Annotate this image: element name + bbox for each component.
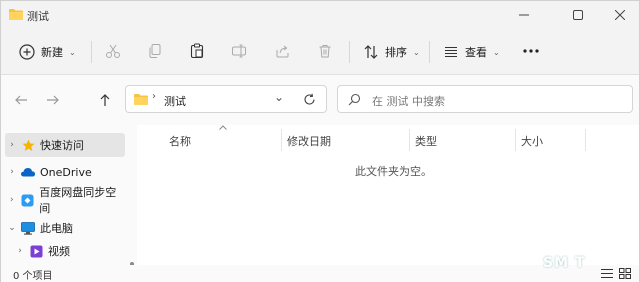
chevron-down-icon: ⌄	[69, 47, 76, 57]
refresh-icon[interactable]	[303, 93, 316, 106]
column-header-modified[interactable]: 修改日期	[281, 131, 409, 151]
cut-button[interactable]	[103, 41, 123, 61]
chevron-down-icon[interactable]: ⌄	[5, 223, 19, 233]
arrow-up-icon	[100, 94, 110, 106]
column-header-type[interactable]: 类型	[409, 131, 515, 151]
list-view-icon	[445, 46, 457, 58]
clipboard-icon	[190, 43, 204, 59]
share-button[interactable]	[273, 41, 293, 61]
copy-icon	[149, 44, 161, 58]
sort-label: 排序	[385, 46, 407, 59]
chevron-right-icon[interactable]: ›	[5, 195, 19, 205]
delete-button[interactable]	[315, 41, 335, 61]
nav-item-label: 视频	[48, 245, 70, 258]
sort-button[interactable]: 排序 ⌄	[363, 39, 420, 65]
computer-icon	[21, 221, 35, 235]
scissors-icon	[106, 44, 120, 58]
chevron-down-icon: ⌄	[413, 47, 420, 57]
nav-item-this-pc[interactable]: ⌄ 此电脑	[5, 216, 125, 240]
maximize-icon	[573, 10, 583, 20]
close-button[interactable]	[597, 1, 640, 29]
empty-folder-message: 此文件夹为空。	[355, 165, 432, 178]
nav-item-label: 此电脑	[40, 222, 73, 235]
trash-icon	[319, 45, 331, 58]
copy-button[interactable]	[145, 41, 165, 61]
details-view-icon[interactable]	[601, 268, 613, 279]
cloud-icon	[21, 165, 35, 179]
column-header-size[interactable]: 大小	[515, 131, 585, 151]
forward-button[interactable]	[43, 90, 63, 110]
column-header-name[interactable]: 名称	[137, 131, 281, 151]
view-label: 查看	[465, 46, 487, 59]
chevron-right-icon[interactable]: ›	[5, 167, 19, 177]
watermark: SM T	[543, 255, 586, 271]
sort-ascending-icon	[219, 125, 227, 130]
toolbar-divider	[91, 41, 92, 63]
new-button[interactable]: 新建 ⌄	[19, 39, 76, 65]
toolbar-divider	[349, 41, 350, 63]
address-bar[interactable]: › 测试 ⌄	[125, 85, 327, 113]
file-list: 名称 修改日期 类型 大小 此文件夹为空。	[137, 125, 639, 265]
address-segment[interactable]: 测试	[164, 93, 186, 109]
up-button[interactable]	[95, 90, 115, 110]
maximize-button[interactable]	[555, 1, 601, 29]
nav-item-onedrive[interactable]: › OneDrive	[5, 160, 125, 184]
nav-item-label: 快速访问	[40, 139, 84, 152]
chevron-down-icon[interactable]: ⌄	[274, 90, 284, 104]
chevron-right-icon[interactable]: ›	[13, 246, 27, 256]
column-divider[interactable]	[585, 129, 586, 151]
window-title: 测试	[27, 10, 49, 23]
item-count: 0 个项目	[13, 271, 53, 282]
nav-item-label: OneDrive	[40, 165, 92, 179]
view-button[interactable]: 查看 ⌄	[443, 39, 500, 65]
rename-button[interactable]	[229, 41, 249, 61]
sort-icon	[364, 45, 378, 59]
nav-item-baidu-netdisk[interactable]: › 百度网盘同步空间	[5, 186, 125, 215]
chevron-right-icon[interactable]: ›	[5, 140, 19, 150]
folder-icon	[9, 9, 23, 20]
nav-item-quick-access[interactable]: › 快速访问	[5, 133, 125, 157]
arrow-right-icon	[47, 95, 59, 105]
search-placeholder: 在 测试 中搜索	[372, 95, 445, 108]
minimize-button[interactable]	[501, 1, 547, 29]
folder-icon	[134, 94, 148, 105]
more-options-button[interactable]	[521, 41, 541, 61]
command-bar: 新建 ⌄ 排序 ⌄ 查看 ⌄	[1, 29, 639, 75]
nav-item-label: 百度网盘同步空间	[39, 186, 117, 215]
chevron-down-icon: ⌄	[493, 47, 500, 57]
plus-circle-icon	[19, 44, 35, 60]
search-icon	[348, 93, 361, 106]
file-explorer-window: 测试 新建 ⌄ 排序 ⌄ 查看 ⌄ › 测试 ⌄ 在 测试 中搜索 › 快速访问…	[0, 0, 640, 282]
arrow-left-icon	[15, 95, 27, 105]
baidu-netdisk-icon	[21, 193, 35, 207]
rename-icon	[232, 44, 246, 58]
tiles-view-icon[interactable]	[619, 268, 631, 279]
toolbar-divider	[429, 41, 430, 63]
star-icon	[21, 138, 35, 152]
navigation-pane: › 快速访问 › OneDrive › 百度网盘同步空间 ⌄ 此电脑 › 视频	[1, 125, 137, 280]
paste-button[interactable]	[187, 41, 207, 61]
new-label: 新建	[41, 46, 63, 59]
share-icon	[276, 45, 289, 58]
nav-item-videos[interactable]: › 视频	[13, 239, 133, 263]
minimize-icon	[519, 14, 529, 16]
video-folder-icon	[29, 244, 43, 258]
search-box[interactable]: 在 测试 中搜索	[337, 85, 633, 113]
title-bar: 测试	[1, 1, 639, 29]
close-icon	[615, 10, 625, 20]
back-button[interactable]	[11, 90, 31, 110]
chevron-right-icon: ›	[152, 91, 156, 102]
more-dots-icon	[523, 49, 539, 53]
